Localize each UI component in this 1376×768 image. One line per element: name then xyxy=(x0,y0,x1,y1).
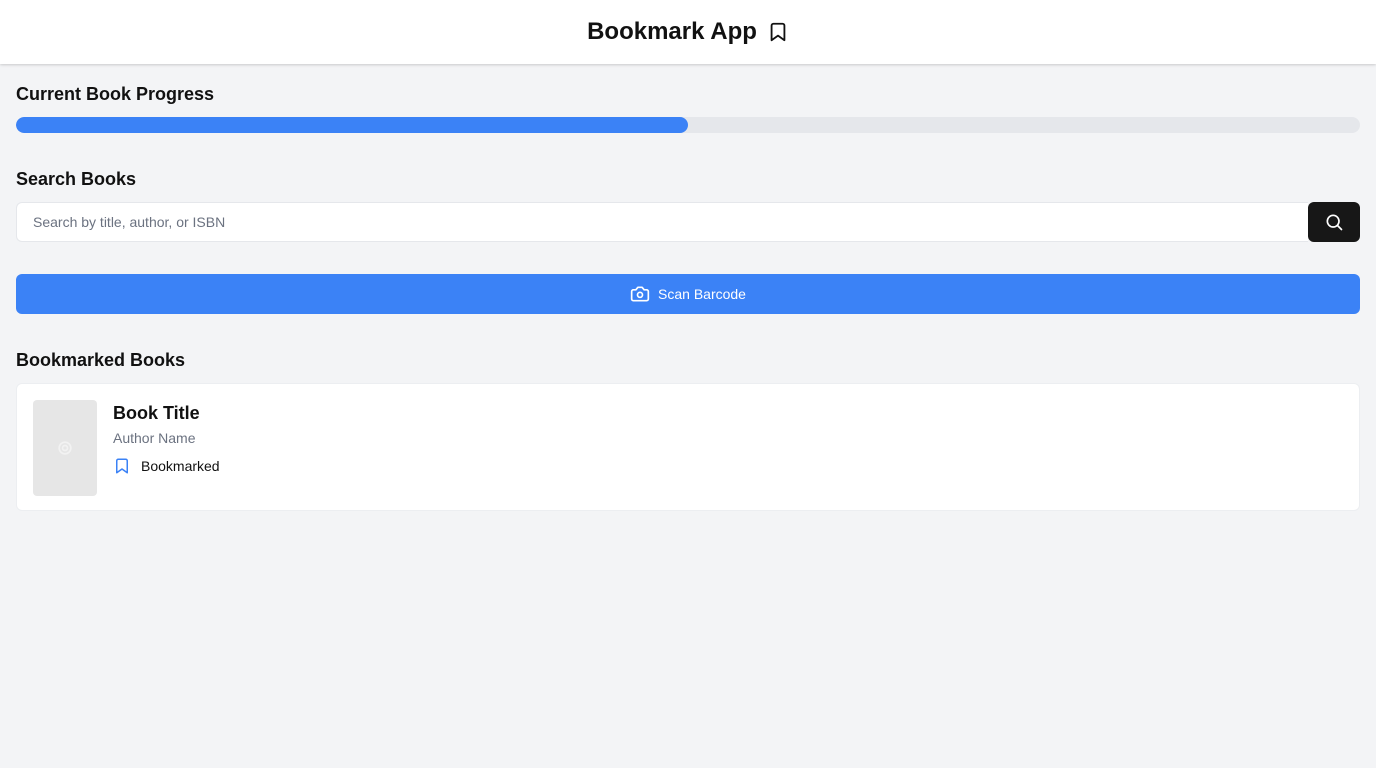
book-card[interactable]: Book Title Author Name Bookmarked xyxy=(16,383,1360,511)
progress-bar xyxy=(16,117,1360,133)
bookmarks-heading: Bookmarked Books xyxy=(16,350,186,370)
book-status-label: Bookmarked xyxy=(141,458,220,474)
book-info: Book Title Author Name Bookmarked xyxy=(113,400,220,494)
app-header: Bookmark App xyxy=(0,0,1376,64)
scan-barcode-button[interactable]: Scan Barcode xyxy=(16,274,1360,314)
book-title: Book Title xyxy=(113,403,200,423)
bookmark-icon xyxy=(116,458,128,474)
book-author: Author Name xyxy=(113,430,196,446)
search-icon xyxy=(1326,214,1343,231)
search-heading: Search Books xyxy=(16,169,137,189)
scan-barcode-label: Scan Barcode xyxy=(658,286,746,302)
search-row xyxy=(16,202,1360,242)
progress-bar-fill xyxy=(16,117,688,133)
search-input[interactable] xyxy=(16,202,1308,242)
bookmark-icon xyxy=(767,20,789,44)
search-button[interactable] xyxy=(1308,202,1360,242)
image-placeholder-icon xyxy=(58,441,72,455)
bookmarks-section: Bookmarked Books Book Title Author Name … xyxy=(16,314,1360,511)
camera-icon xyxy=(630,286,650,302)
app-title: Bookmark App xyxy=(587,18,757,45)
book-status[interactable]: Bookmarked xyxy=(113,456,220,476)
search-section: Search Books xyxy=(16,133,1360,242)
progress-heading: Current Book Progress xyxy=(16,84,215,104)
main-content: Current Book Progress Search Books Scan … xyxy=(0,64,1376,511)
progress-section: Current Book Progress xyxy=(16,64,1360,133)
book-cover xyxy=(33,400,97,496)
